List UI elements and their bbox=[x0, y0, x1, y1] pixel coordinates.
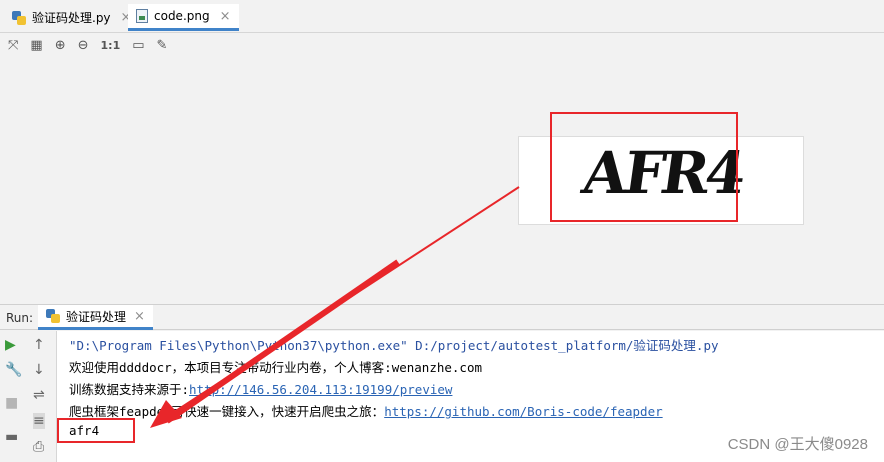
close-icon[interactable]: × bbox=[134, 309, 145, 324]
soft-wrap-icon[interactable]: ⇌ bbox=[33, 387, 45, 403]
console-line-feapder: 爬虫框架feapder可快速一键接入，快速开启爬虫之旅：https://gith… bbox=[69, 401, 663, 420]
layout-icon[interactable]: ▬ bbox=[5, 429, 18, 445]
tab-verification-py[interactable]: 验证码处理.py × bbox=[4, 4, 139, 31]
run-tab[interactable]: 验证码处理 × bbox=[38, 305, 153, 330]
console-link-feapder[interactable]: https://github.com/Boris-code/feapder bbox=[384, 404, 662, 419]
run-toolbar-primary: ▶ 🔧 ■ ▬ bbox=[0, 331, 29, 462]
rerun-icon[interactable]: ▶ bbox=[5, 337, 16, 353]
color-picker-icon[interactable]: ✎ bbox=[157, 38, 168, 54]
background-icon[interactable]: ▭ bbox=[132, 38, 144, 54]
arrow-up-icon[interactable]: ↑ bbox=[33, 337, 45, 353]
grid-icon[interactable]: ▦ bbox=[30, 38, 42, 54]
run-toolbar-secondary: ↑ ↓ ⇌ ≡ ⎙ bbox=[28, 331, 57, 462]
image-file-icon bbox=[136, 9, 148, 23]
run-label: Run: bbox=[6, 311, 34, 325]
close-icon[interactable]: × bbox=[220, 9, 231, 24]
annotation-box-captcha bbox=[550, 112, 738, 222]
wrench-icon[interactable]: 🔧 bbox=[5, 362, 22, 378]
scroll-to-end-icon[interactable]: ≡ bbox=[33, 413, 45, 429]
print-icon[interactable]: ⎙ bbox=[33, 439, 44, 455]
python-file-icon bbox=[12, 10, 26, 25]
tab-label: code.png bbox=[154, 9, 210, 23]
stop-icon[interactable]: ■ bbox=[5, 395, 18, 411]
console-link-preview[interactable]: http://146.56.204.113:19199/preview bbox=[189, 382, 452, 397]
zoom-out-icon[interactable]: ⊖ bbox=[78, 38, 89, 54]
console-line-welcome: 欢迎使用ddddocr，本项目专注带动行业内卷，个人博客:wenanzhe.co… bbox=[69, 360, 483, 375]
python-file-icon bbox=[46, 309, 60, 323]
zoom-in-icon[interactable]: ⊕ bbox=[55, 38, 66, 54]
console-text: 爬虫框架feapder可快速一键接入，快速开启爬虫之旅： bbox=[69, 404, 385, 419]
actual-size-button[interactable]: 1:1 bbox=[101, 38, 121, 54]
editor-tab-bar: 验证码处理.py × code.png × bbox=[0, 0, 884, 33]
tab-code-png[interactable]: code.png × bbox=[128, 4, 239, 31]
watermark: CSDN @王大傻0928 bbox=[727, 436, 868, 453]
fit-icon[interactable]: ⤧ bbox=[8, 38, 18, 54]
console-text: 训练数据支持来源于: bbox=[69, 382, 190, 397]
image-viewer-toolbar: ⤧ ▦ ⊕ ⊖ 1:1 ▭ ✎ bbox=[0, 33, 884, 59]
arrow-down-icon[interactable]: ↓ bbox=[33, 362, 45, 378]
console-line-command: "D:\Program Files\Python\Python37\python… bbox=[69, 338, 719, 353]
tab-label: 验证码处理.py bbox=[32, 11, 111, 25]
console-line-training: 训练数据支持来源于:http://146.56.204.113:19199/pr… bbox=[69, 379, 452, 398]
annotation-box-result bbox=[57, 418, 135, 443]
run-panel-header: Run: 验证码处理 × bbox=[0, 304, 884, 330]
run-tab-label: 验证码处理 bbox=[66, 309, 127, 324]
